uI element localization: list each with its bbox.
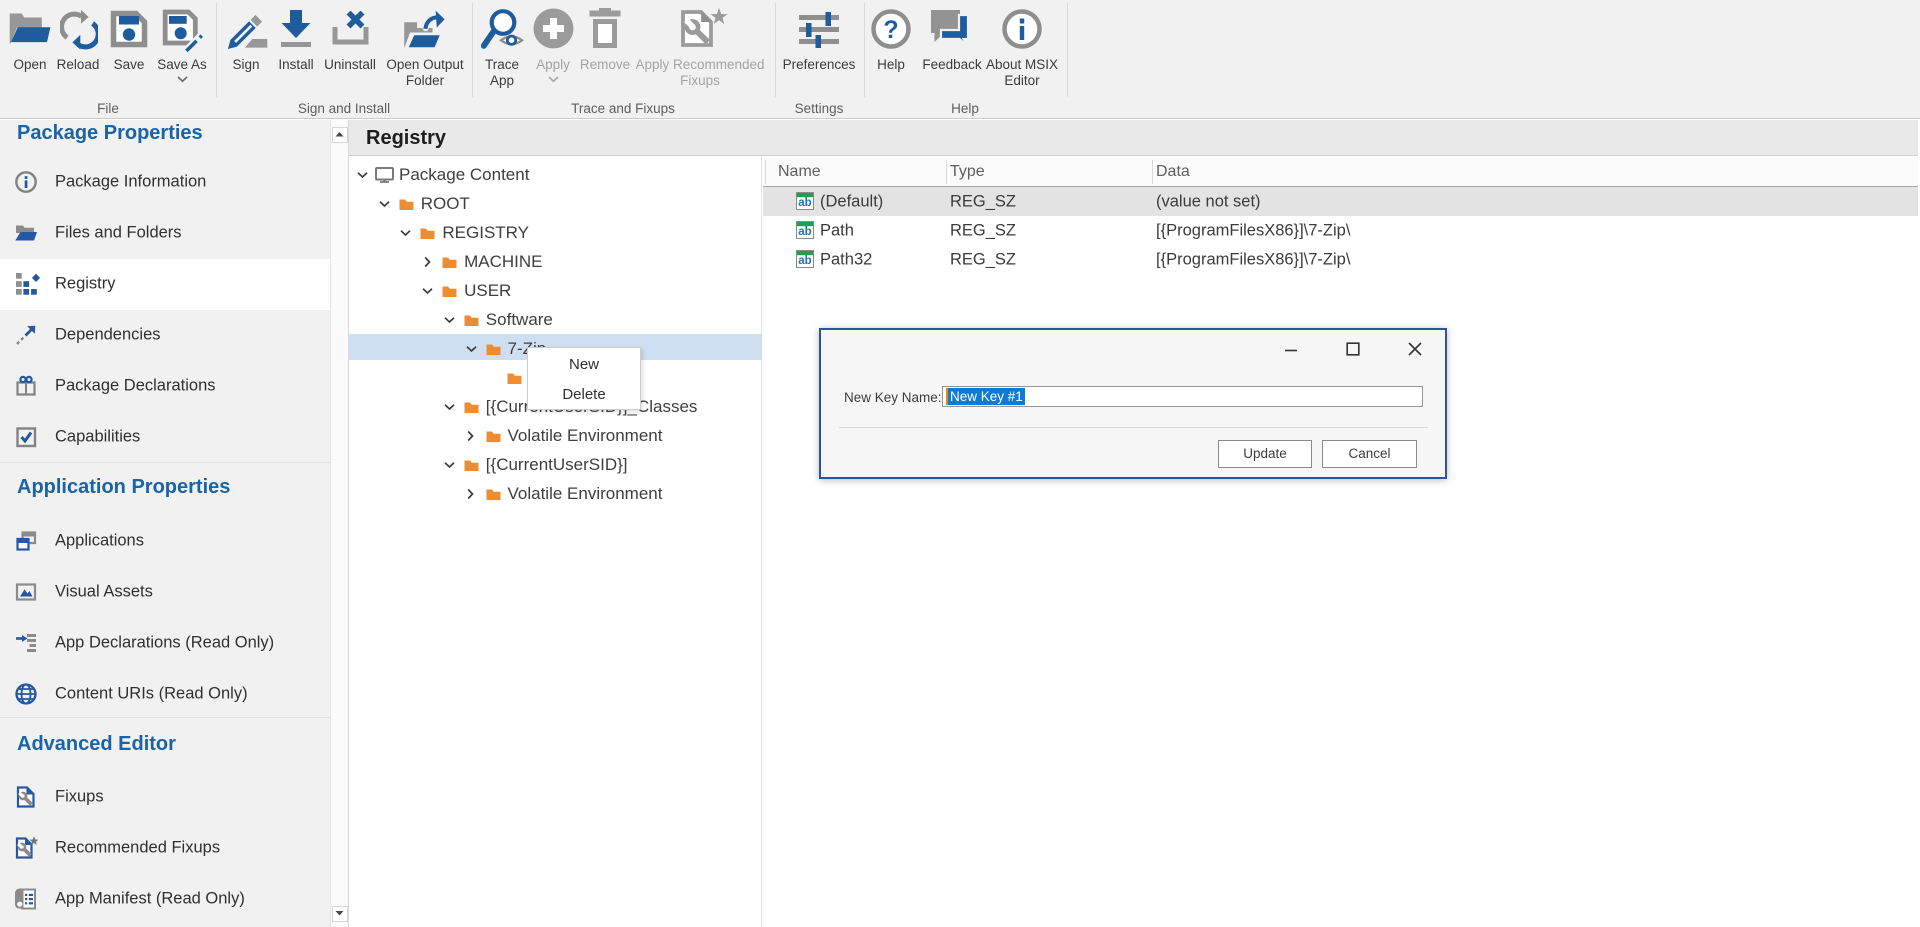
svg-text:ab: ab (798, 226, 811, 238)
svg-text:ab: ab (798, 255, 811, 267)
svg-text:ab: ab (798, 197, 811, 209)
svg-text:?: ? (883, 16, 898, 44)
